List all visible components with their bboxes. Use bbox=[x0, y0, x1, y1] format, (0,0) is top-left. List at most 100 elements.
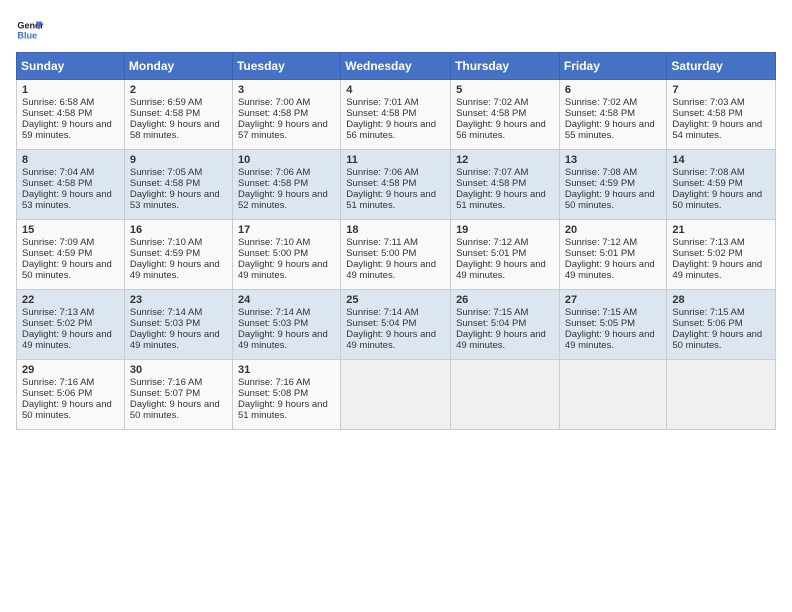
daylight-text: Daylight: 9 hours and 50 minutes. bbox=[130, 399, 220, 421]
day-number: 13 bbox=[565, 154, 662, 166]
sunset-text: Sunset: 5:08 PM bbox=[238, 388, 308, 399]
day-number: 9 bbox=[130, 154, 227, 166]
day-number: 3 bbox=[238, 84, 335, 96]
daylight-text: Daylight: 9 hours and 56 minutes. bbox=[456, 119, 546, 141]
calendar-cell: 19Sunrise: 7:12 AMSunset: 5:01 PMDayligh… bbox=[451, 220, 560, 290]
day-number: 18 bbox=[346, 224, 445, 236]
sunset-text: Sunset: 4:58 PM bbox=[22, 178, 92, 189]
daylight-text: Daylight: 9 hours and 49 minutes. bbox=[565, 329, 655, 351]
sunrise-text: Sunrise: 7:16 AM bbox=[130, 377, 202, 388]
day-number: 2 bbox=[130, 84, 227, 96]
daylight-text: Daylight: 9 hours and 49 minutes. bbox=[346, 259, 436, 281]
sunrise-text: Sunrise: 7:03 AM bbox=[672, 97, 744, 108]
sunset-text: Sunset: 5:06 PM bbox=[672, 318, 742, 329]
calendar-cell: 5Sunrise: 7:02 AMSunset: 4:58 PMDaylight… bbox=[451, 80, 560, 150]
calendar-cell: 24Sunrise: 7:14 AMSunset: 5:03 PMDayligh… bbox=[232, 290, 340, 360]
day-number: 23 bbox=[130, 294, 227, 306]
calendar-cell: 21Sunrise: 7:13 AMSunset: 5:02 PMDayligh… bbox=[667, 220, 776, 290]
sunset-text: Sunset: 5:00 PM bbox=[238, 248, 308, 259]
day-number: 15 bbox=[22, 224, 119, 236]
calendar-cell: 28Sunrise: 7:15 AMSunset: 5:06 PMDayligh… bbox=[667, 290, 776, 360]
calendar-cell: 26Sunrise: 7:15 AMSunset: 5:04 PMDayligh… bbox=[451, 290, 560, 360]
col-friday: Friday bbox=[559, 53, 667, 80]
day-number: 27 bbox=[565, 294, 662, 306]
daylight-text: Daylight: 9 hours and 55 minutes. bbox=[565, 119, 655, 141]
day-number: 22 bbox=[22, 294, 119, 306]
sunset-text: Sunset: 5:00 PM bbox=[346, 248, 416, 259]
calendar-cell bbox=[667, 360, 776, 430]
daylight-text: Daylight: 9 hours and 49 minutes. bbox=[238, 259, 328, 281]
sunrise-text: Sunrise: 7:06 AM bbox=[346, 167, 418, 178]
sunrise-text: Sunrise: 6:59 AM bbox=[130, 97, 202, 108]
day-number: 11 bbox=[346, 154, 445, 166]
sunset-text: Sunset: 4:59 PM bbox=[565, 178, 635, 189]
day-number: 29 bbox=[22, 364, 119, 376]
day-number: 4 bbox=[346, 84, 445, 96]
daylight-text: Daylight: 9 hours and 49 minutes. bbox=[130, 259, 220, 281]
sunrise-text: Sunrise: 7:10 AM bbox=[130, 237, 202, 248]
daylight-text: Daylight: 9 hours and 49 minutes. bbox=[346, 329, 436, 351]
sunrise-text: Sunrise: 7:05 AM bbox=[130, 167, 202, 178]
calendar-cell: 22Sunrise: 7:13 AMSunset: 5:02 PMDayligh… bbox=[17, 290, 125, 360]
calendar-cell: 8Sunrise: 7:04 AMSunset: 4:58 PMDaylight… bbox=[17, 150, 125, 220]
sunrise-text: Sunrise: 7:08 AM bbox=[565, 167, 637, 178]
week-row-5: 29Sunrise: 7:16 AMSunset: 5:06 PMDayligh… bbox=[17, 360, 776, 430]
calendar-cell: 16Sunrise: 7:10 AMSunset: 4:59 PMDayligh… bbox=[124, 220, 232, 290]
sunrise-text: Sunrise: 7:12 AM bbox=[565, 237, 637, 248]
daylight-text: Daylight: 9 hours and 53 minutes. bbox=[22, 189, 112, 211]
sunset-text: Sunset: 4:58 PM bbox=[238, 108, 308, 119]
sunrise-text: Sunrise: 7:04 AM bbox=[22, 167, 94, 178]
week-row-3: 15Sunrise: 7:09 AMSunset: 4:59 PMDayligh… bbox=[17, 220, 776, 290]
calendar-body: 1Sunrise: 6:58 AMSunset: 4:58 PMDaylight… bbox=[17, 80, 776, 430]
sunrise-text: Sunrise: 7:13 AM bbox=[22, 307, 94, 318]
sunrise-text: Sunrise: 7:11 AM bbox=[346, 237, 418, 248]
col-tuesday: Tuesday bbox=[232, 53, 340, 80]
daylight-text: Daylight: 9 hours and 50 minutes. bbox=[565, 189, 655, 211]
day-number: 5 bbox=[456, 84, 554, 96]
logo: General Blue bbox=[16, 16, 44, 44]
sunset-text: Sunset: 4:58 PM bbox=[565, 108, 635, 119]
sunset-text: Sunset: 4:58 PM bbox=[346, 178, 416, 189]
sunset-text: Sunset: 5:03 PM bbox=[238, 318, 308, 329]
sunrise-text: Sunrise: 7:15 AM bbox=[456, 307, 528, 318]
day-number: 8 bbox=[22, 154, 119, 166]
calendar-cell: 17Sunrise: 7:10 AMSunset: 5:00 PMDayligh… bbox=[232, 220, 340, 290]
calendar-cell bbox=[451, 360, 560, 430]
sunset-text: Sunset: 4:59 PM bbox=[22, 248, 92, 259]
col-monday: Monday bbox=[124, 53, 232, 80]
daylight-text: Daylight: 9 hours and 51 minutes. bbox=[456, 189, 546, 211]
day-number: 17 bbox=[238, 224, 335, 236]
sunrise-text: Sunrise: 7:15 AM bbox=[672, 307, 744, 318]
sunset-text: Sunset: 5:02 PM bbox=[672, 248, 742, 259]
sunset-text: Sunset: 4:58 PM bbox=[130, 178, 200, 189]
week-row-4: 22Sunrise: 7:13 AMSunset: 5:02 PM Dayligh… bbox=[17, 290, 776, 360]
calendar-cell: 9Sunrise: 7:05 AMSunset: 4:58 PMDaylight… bbox=[124, 150, 232, 220]
day-number: 16 bbox=[130, 224, 227, 236]
day-number: 25 bbox=[346, 294, 445, 306]
daylight-text: Daylight: 9 hours and 49 minutes. bbox=[130, 329, 220, 351]
sunrise-text: Sunrise: 7:16 AM bbox=[238, 377, 310, 388]
col-thursday: Thursday bbox=[451, 53, 560, 80]
sunset-text: Sunset: 5:04 PM bbox=[346, 318, 416, 329]
daylight-text: Daylight: 9 hours and 51 minutes. bbox=[346, 189, 436, 211]
calendar-cell: 15Sunrise: 7:09 AMSunset: 4:59 PMDayligh… bbox=[17, 220, 125, 290]
sunrise-text: Sunrise: 7:15 AM bbox=[565, 307, 637, 318]
sunset-text: Sunset: 4:58 PM bbox=[456, 178, 526, 189]
calendar-cell: 31Sunrise: 7:16 AMSunset: 5:08 PMDayligh… bbox=[232, 360, 340, 430]
sunrise-text: Sunrise: 7:01 AM bbox=[346, 97, 418, 108]
col-saturday: Saturday bbox=[667, 53, 776, 80]
daylight-text: Daylight: 9 hours and 51 minutes. bbox=[238, 399, 328, 421]
daylight-text: Daylight: 9 hours and 53 minutes. bbox=[130, 189, 220, 211]
sunset-text: Sunset: 5:02 PM bbox=[22, 318, 92, 329]
sunrise-text: Sunrise: 7:14 AM bbox=[238, 307, 310, 318]
day-number: 6 bbox=[565, 84, 662, 96]
calendar-header: Sunday Monday Tuesday Wednesday Thursday… bbox=[17, 53, 776, 80]
daylight-text: Daylight: 9 hours and 58 minutes. bbox=[130, 119, 220, 141]
day-number: 31 bbox=[238, 364, 335, 376]
calendar-cell: 14Sunrise: 7:08 AMSunset: 4:59 PMDayligh… bbox=[667, 150, 776, 220]
daylight-text: Daylight: 9 hours and 50 minutes. bbox=[22, 399, 112, 421]
calendar-cell: 6Sunrise: 7:02 AMSunset: 4:58 PMDaylight… bbox=[559, 80, 667, 150]
calendar-cell: 11Sunrise: 7:06 AMSunset: 4:58 PMDayligh… bbox=[341, 150, 451, 220]
day-number: 28 bbox=[672, 294, 770, 306]
calendar-table: Sunday Monday Tuesday Wednesday Thursday… bbox=[16, 52, 776, 430]
